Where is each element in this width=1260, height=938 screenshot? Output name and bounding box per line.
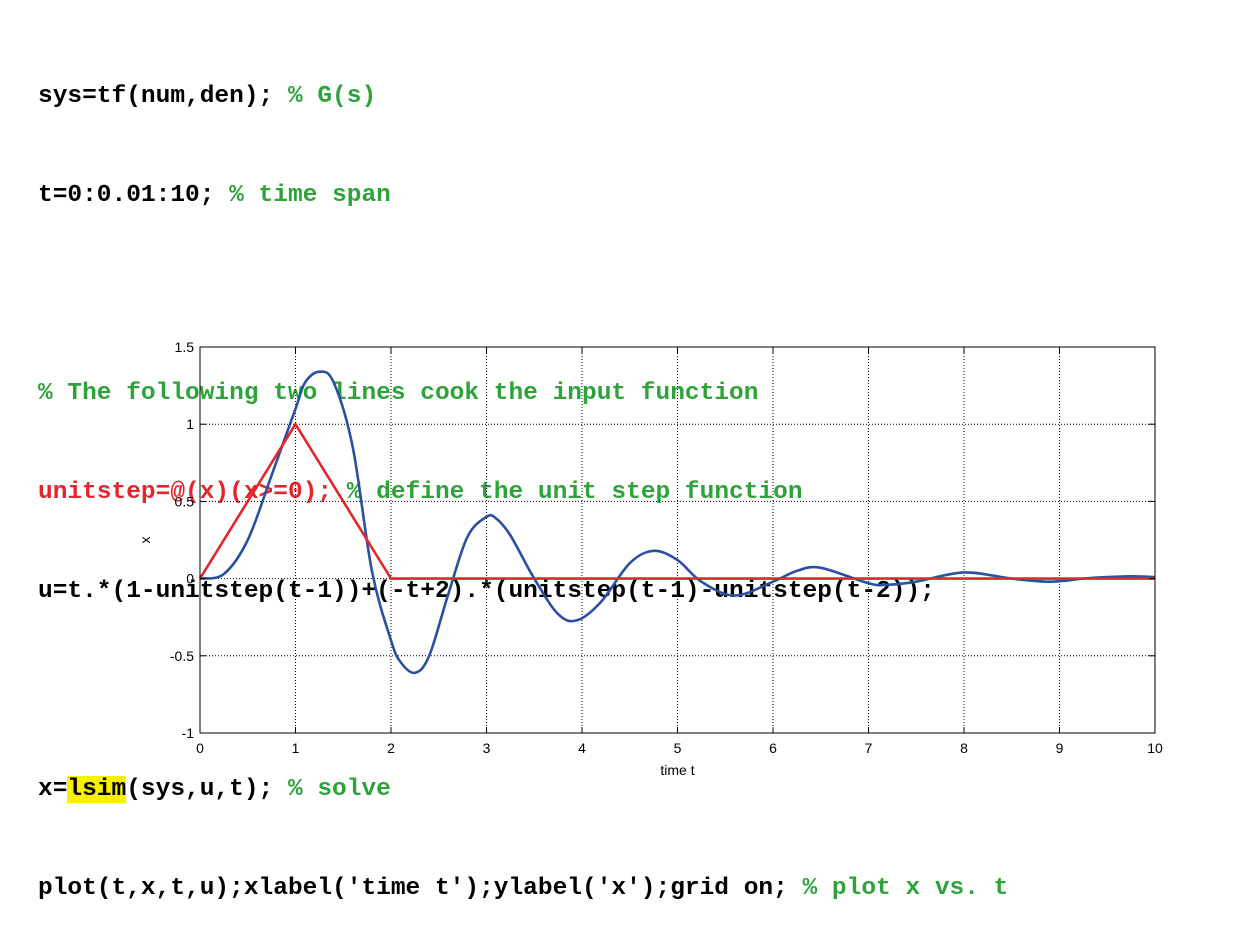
- x-tick-label: 8: [960, 740, 968, 756]
- x-tick-label: 0: [196, 740, 204, 756]
- x-tick-label: 7: [865, 740, 873, 756]
- x-tick-label: 4: [578, 740, 586, 756]
- y-axis-label: x: [137, 537, 153, 544]
- y-tick-label: -0.5: [170, 648, 194, 664]
- x-tick-label: 3: [483, 740, 491, 756]
- y-tick-label: 0.5: [175, 493, 195, 509]
- x-tick-label: 9: [1056, 740, 1064, 756]
- ticks: 0 1 2 3 4 5 6 7 8 9 10 -1 -0.5 0 0.5 1 1.5: [170, 339, 1163, 756]
- x-tick-label: 1: [292, 740, 300, 756]
- x-axis-label: time t: [660, 762, 694, 778]
- code-line-7: plot(t,x,t,u);xlabel('time t');ylabel('x…: [38, 872, 1008, 905]
- y-tick-label: 0: [186, 571, 194, 587]
- x-tick-label: 10: [1147, 740, 1163, 756]
- line-chart: 0 1 2 3 4 5 6 7 8 9 10 -1 -0.5 0 0.5 1 1.5 time t x: [137, 339, 1163, 778]
- y-tick-label: 1.5: [175, 339, 195, 355]
- y-tick-label: 1: [186, 416, 194, 432]
- y-tick-label: -1: [182, 725, 195, 741]
- code-statement: plot(t,x,t,u);xlabel('time t');ylabel('x…: [38, 875, 803, 902]
- code-comment: % plot x vs. t: [802, 875, 1009, 902]
- x-tick-label: 2: [387, 740, 395, 756]
- x-tick-label: 6: [769, 740, 777, 756]
- x-tick-label: 5: [674, 740, 682, 756]
